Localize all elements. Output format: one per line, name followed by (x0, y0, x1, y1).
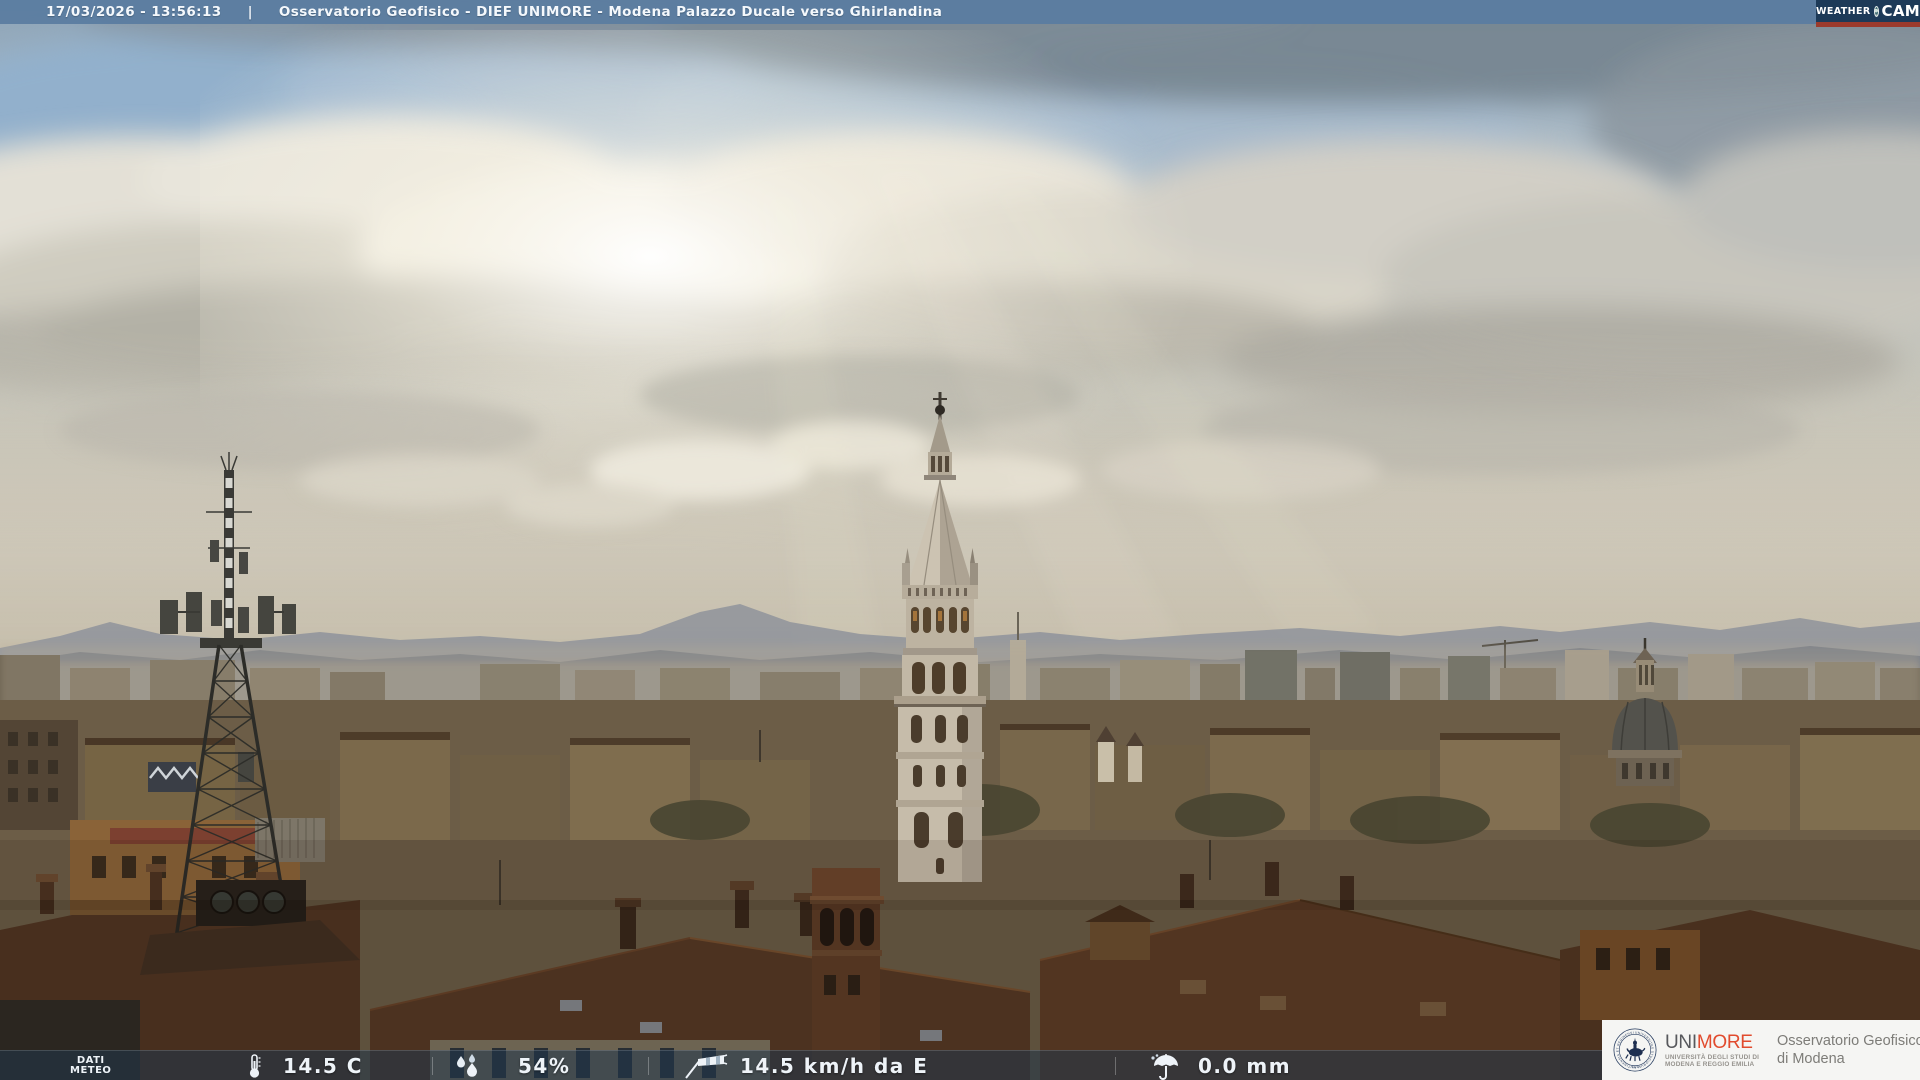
observatory-name: Osservatorio Geofisico di Modena (1777, 1033, 1920, 1067)
weathercam-logo: WEATHER CAM (1816, 0, 1920, 27)
unimore-seal-icon: UNIVERSITAS STUDIORUM MUTINENSIS ET REGI… (1612, 1027, 1657, 1072)
seal-year: 1175 (1632, 1065, 1639, 1069)
weathercam-cam-label: CAM (1881, 2, 1920, 20)
weathercam-globe-icon (1873, 5, 1879, 17)
wind-value: 14.5 km/h da E (740, 1054, 929, 1078)
webcam-photo-scene (0, 0, 1920, 1080)
camera-title: Osservatorio Geofisico - DIEF UNIMORE - … (278, 4, 943, 20)
unimore-wordmark: UNIMORE UNIVERSITÀ DEGLI STUDI DI MODENA… (1665, 1033, 1769, 1068)
humidity-value: 54% (518, 1054, 571, 1078)
bar-divider (432, 1057, 433, 1075)
seal-knight-figure (1625, 1037, 1646, 1062)
temperature-value: 14.5 C (283, 1054, 363, 1078)
unimore-more: MORE (1696, 1031, 1753, 1053)
thermometer-icon (247, 1051, 261, 1080)
bar-divider (1115, 1057, 1116, 1075)
bar-divider (648, 1057, 649, 1075)
timestamp: 17/03/2026 - 13:56:13 (46, 4, 222, 20)
title-separator: | (247, 4, 253, 20)
precipitation-value: 0.0 mm (1198, 1054, 1292, 1078)
weathercam-weather-label: WEATHER (1816, 5, 1871, 17)
unimore-observatory-box: UNIVERSITAS STUDIORUM MUTINENSIS ET REGI… (1602, 1020, 1920, 1080)
wind-icon (680, 1051, 728, 1080)
university-name-line1: UNIVERSITÀ DEGLI STUDI DI (1665, 1053, 1760, 1061)
rain-icon (1148, 1051, 1184, 1080)
unimore-uni: UNI (1665, 1031, 1697, 1053)
university-name-line2: MODENA E REGGIO EMILIA (1665, 1060, 1755, 1068)
webcam-viewer: 17/03/2026 - 13:56:13 | Osservatorio Geo… (0, 0, 1920, 1080)
weather-data-label: DATI METEO (70, 1055, 112, 1076)
title-bar: 17/03/2026 - 13:56:13 | Osservatorio Geo… (0, 0, 1920, 24)
humidity-icon (452, 1051, 482, 1080)
